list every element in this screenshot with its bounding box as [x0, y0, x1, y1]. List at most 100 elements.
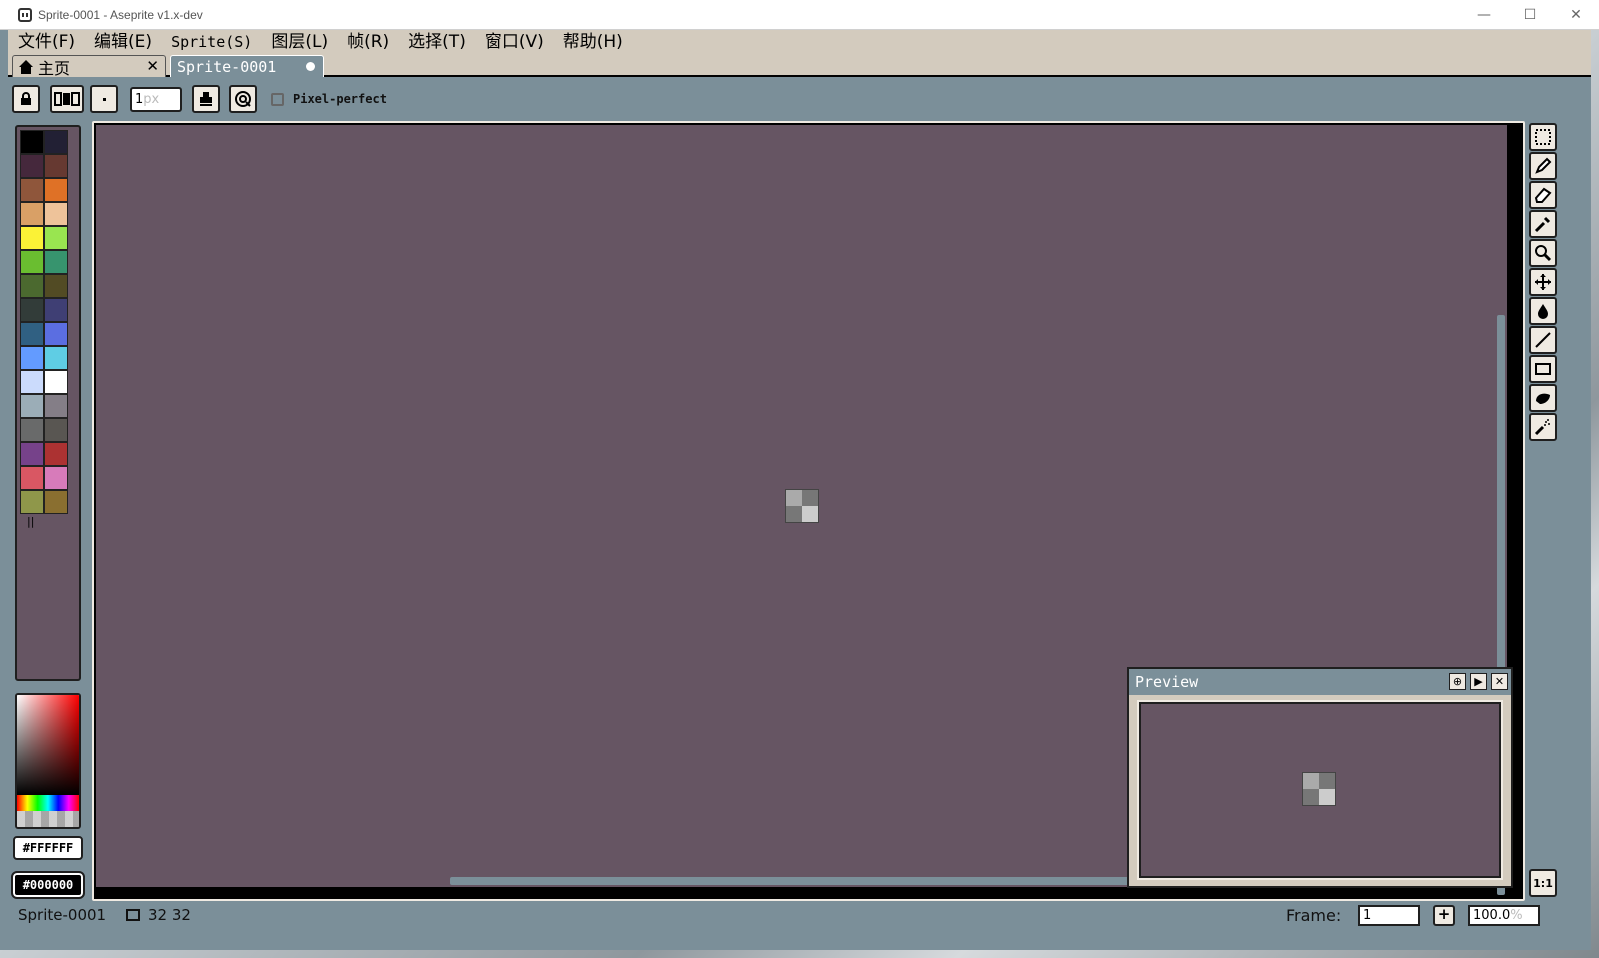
alpha-slider[interactable]	[17, 811, 79, 827]
palette-swatch[interactable]	[44, 202, 68, 226]
palette-swatch[interactable]	[20, 154, 44, 178]
tool-line[interactable]	[1529, 326, 1557, 354]
menu-sprite[interactable]: Sprite(S)	[171, 32, 252, 52]
maximize-button[interactable]: ☐	[1507, 0, 1553, 30]
menu-select[interactable]: 选择(T)	[408, 32, 466, 52]
tool-paint-bucket[interactable]	[1529, 297, 1557, 325]
palette-swatch[interactable]	[44, 418, 68, 442]
palette-swatch[interactable]	[20, 274, 44, 298]
palette-swatch[interactable]	[44, 490, 68, 514]
brush-type-button[interactable]	[50, 85, 84, 113]
sprite-image[interactable]	[785, 489, 819, 523]
palette-swatch[interactable]	[44, 274, 68, 298]
minimize-button[interactable]: —	[1461, 0, 1507, 30]
background-color-hex: #000000	[22, 878, 74, 892]
palette-swatch[interactable]	[20, 202, 44, 226]
lock-alpha-button[interactable]	[12, 85, 40, 113]
brush-size-input[interactable]: 1px	[130, 87, 182, 112]
brush-shape-button[interactable]	[90, 85, 118, 113]
foreground-color-field[interactable]: #FFFFFF	[13, 836, 83, 860]
palette-panel: ||	[15, 125, 81, 681]
ink-icon	[200, 92, 212, 106]
frame-input[interactable]: 1	[1358, 905, 1420, 926]
symmetry-button[interactable]	[229, 85, 257, 113]
tool-zoom[interactable]	[1529, 239, 1557, 267]
palette-swatch[interactable]	[20, 226, 44, 250]
palette-swatch[interactable]	[20, 394, 44, 418]
zoom-unit: %	[1510, 908, 1523, 923]
palette-swatch[interactable]	[44, 154, 68, 178]
foreground-color-hex: #FFFFFF	[22, 841, 74, 855]
preview-close-button[interactable]: ✕	[1491, 673, 1508, 690]
status-sprite-size: 32 32	[148, 906, 191, 924]
eyedropper-icon	[1534, 216, 1551, 233]
tool-move[interactable]	[1529, 268, 1557, 296]
palette-swatch[interactable]	[44, 442, 68, 466]
ink-button[interactable]	[192, 85, 220, 113]
palette-swatch[interactable]	[44, 370, 68, 394]
add-frame-button[interactable]: +	[1433, 905, 1455, 926]
palette-swatch[interactable]	[20, 490, 44, 514]
hue-slider[interactable]	[17, 795, 79, 811]
palette-swatch[interactable]	[20, 346, 44, 370]
palette-swatch[interactable]	[44, 394, 68, 418]
color-picker[interactable]	[15, 693, 81, 829]
palette-swatch[interactable]	[44, 226, 68, 250]
palette-swatch[interactable]	[20, 370, 44, 394]
palette-swatch[interactable]	[44, 322, 68, 346]
tool-marquee[interactable]	[1529, 123, 1557, 151]
tab-sprite[interactable]: Sprite-0001	[170, 55, 324, 77]
palette-swatch[interactable]	[44, 130, 68, 154]
tab-home-close-icon[interactable]: ✕	[146, 57, 159, 75]
palette-swatch[interactable]	[20, 178, 44, 202]
tool-eyedropper[interactable]	[1529, 210, 1557, 238]
preview-window: Preview ⊕ ▶ ✕	[1127, 667, 1513, 888]
rectangle-icon	[1535, 363, 1551, 375]
palette-swatch[interactable]	[20, 130, 44, 154]
palette-swatch[interactable]	[44, 178, 68, 202]
palette-swatch[interactable]	[44, 346, 68, 370]
unsaved-dot-icon[interactable]	[306, 62, 315, 71]
brush-size-unit: px	[143, 92, 160, 107]
tool-spray[interactable]	[1529, 413, 1557, 441]
paint-bucket-icon	[1538, 304, 1548, 319]
menu-layer[interactable]: 图层(L)	[271, 32, 328, 52]
tool-pencil[interactable]	[1529, 152, 1557, 180]
window-title: Sprite-0001 - Aseprite v1.x-dev	[38, 7, 203, 22]
palette-swatch[interactable]	[20, 418, 44, 442]
preview-center-button[interactable]: ⊕	[1449, 673, 1466, 690]
menu-bar: 文件(F) 编辑(E) Sprite(S) 图层(L) 帧(R) 选择(T) 窗…	[8, 30, 1591, 53]
palette-swatch[interactable]	[44, 466, 68, 490]
palette-swatch[interactable]	[44, 250, 68, 274]
eraser-icon	[1534, 187, 1552, 203]
horizontal-scrollbar[interactable]	[450, 877, 1160, 885]
palette-swatch[interactable]	[20, 466, 44, 490]
marquee-icon	[1535, 129, 1551, 145]
tab-home[interactable]: 主页 ✕	[12, 55, 166, 78]
desktop-edge-bottom	[0, 950, 1599, 958]
tool-contour[interactable]	[1529, 384, 1557, 412]
window-titlebar[interactable]: Sprite-0001 - Aseprite v1.x-dev — ☐ ✕	[0, 0, 1599, 30]
background-color-field[interactable]: #000000	[11, 871, 85, 899]
zoom-input[interactable]: 100.0%	[1468, 905, 1540, 926]
palette-swatch[interactable]	[20, 322, 44, 346]
tool-bar	[1527, 121, 1559, 451]
palette-resize-handle[interactable]: ||	[27, 515, 34, 528]
menu-help[interactable]: 帮助(H)	[563, 32, 623, 52]
zoom-one-to-one-button[interactable]: 1:1	[1529, 869, 1557, 897]
menu-frame[interactable]: 帧(R)	[347, 32, 389, 52]
tool-eraser[interactable]	[1529, 181, 1557, 209]
tool-rectangle[interactable]	[1529, 355, 1557, 383]
menu-view[interactable]: 窗口(V)	[485, 32, 544, 52]
preview-viewport[interactable]	[1137, 700, 1503, 880]
menu-file[interactable]: 文件(F)	[18, 32, 75, 52]
saturation-value-area[interactable]	[17, 695, 79, 795]
palette-swatch[interactable]	[20, 442, 44, 466]
close-window-button[interactable]: ✕	[1553, 0, 1599, 30]
menu-edit[interactable]: 编辑(E)	[94, 32, 152, 52]
palette-swatch[interactable]	[20, 250, 44, 274]
palette-swatch[interactable]	[44, 298, 68, 322]
preview-play-button[interactable]: ▶	[1470, 673, 1487, 690]
pixel-perfect-checkbox[interactable]	[271, 93, 284, 106]
palette-swatch[interactable]	[20, 298, 44, 322]
